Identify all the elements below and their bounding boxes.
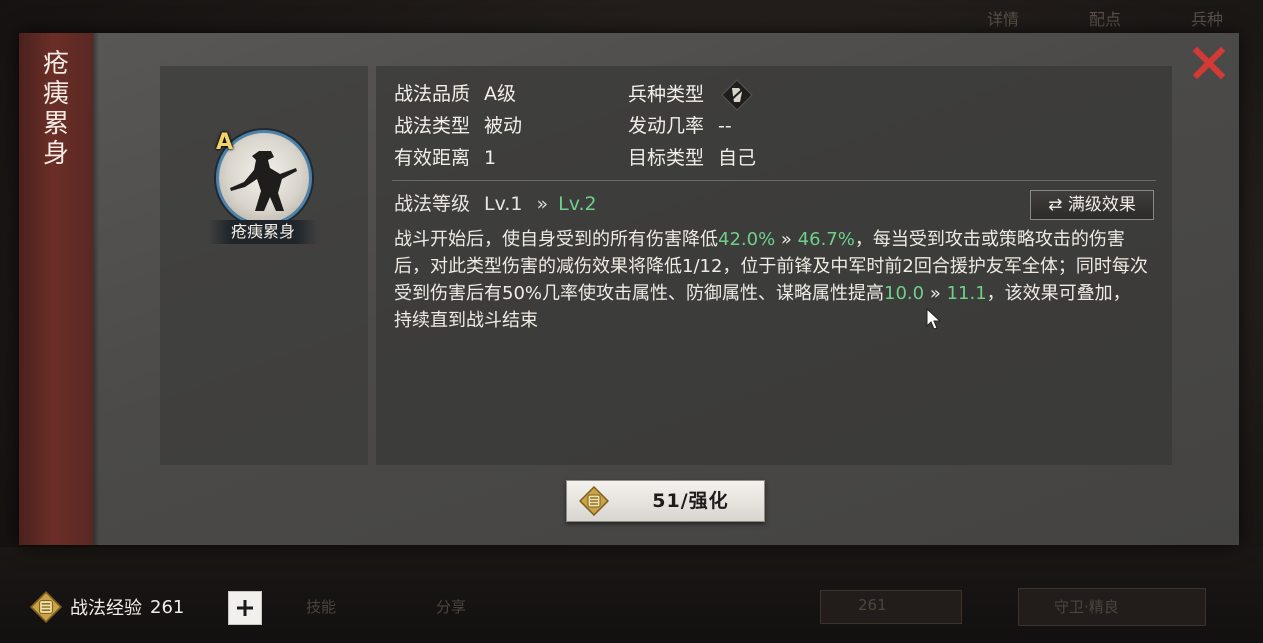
attr-value: A级 <box>484 83 517 105</box>
bg-tab: 兵种 <box>1190 10 1223 29</box>
level-arrow: » <box>536 193 549 215</box>
fist-token-icon <box>30 591 62 623</box>
attr-value: 自己 <box>718 147 757 169</box>
attr-label: 兵种类型 <box>628 83 705 106</box>
exp-label: 战法经验 <box>70 598 142 619</box>
mouse-cursor-icon <box>926 308 942 330</box>
attr-rate: 发动几率 -- <box>628 110 732 142</box>
desc-value-old: 10.0 <box>884 283 925 304</box>
bg-tab: 详情 <box>986 10 1019 29</box>
bg-value: 261 <box>858 596 887 614</box>
skill-portrait-panel: A 疮痍累身 <box>160 66 368 465</box>
desc-value-new: 11.1 <box>946 283 987 304</box>
attr-label: 战法类型 <box>394 115 471 137</box>
skill-description: 战斗开始后，使自身受到的所有伤害降低42.0% » 46.7%，每当受到攻击或策… <box>394 226 1148 334</box>
upgrade-button[interactable]: 51/强化 <box>566 480 765 522</box>
attr-value: -- <box>718 115 732 137</box>
attr-label: 战法品质 <box>394 83 471 105</box>
max-level-effect-button[interactable]: ⇄ 满级效果 <box>1030 190 1154 220</box>
divider <box>392 180 1156 181</box>
skill-exp-display: 战法经验 261 <box>30 590 184 624</box>
skill-name-plate: 疮痍累身 <box>208 220 318 244</box>
attr-quality: 战法品质 A级 <box>394 78 516 110</box>
bg-value-box <box>820 590 962 624</box>
close-button[interactable] <box>1189 43 1229 83</box>
grade-badge: A <box>216 130 234 155</box>
bg-share-label: 分享 <box>436 598 467 616</box>
max-level-label: 满级效果 <box>1067 195 1136 215</box>
attr-label: 目标类型 <box>628 147 705 169</box>
level-row: 战法等级 Lv.1 » Lv.2 <box>394 188 597 220</box>
desc-arrow: » <box>929 283 941 304</box>
level-label: 战法等级 <box>394 193 471 215</box>
level-next: Lv.2 <box>558 193 597 215</box>
desc-text: 战斗开始后，使自身受到的所有伤害降低 <box>394 229 718 250</box>
close-x-icon <box>1192 46 1226 80</box>
attr-label: 有效距离 <box>394 147 471 169</box>
bg-skill-label: 技能 <box>306 598 337 616</box>
side-title: 疮痍累身 <box>42 49 69 169</box>
skill-detail-dialog: 疮痍累身 A 疮痍累身 战法品质 A级 兵种类型 战法类型 被动 发动几率 --… <box>19 33 1239 545</box>
attr-target: 目标类型 自己 <box>628 142 756 174</box>
upgrade-label: 51/强化 <box>652 490 729 512</box>
attr-value: 被动 <box>484 115 523 137</box>
swap-arrows-icon: ⇄ <box>1048 195 1063 215</box>
add-exp-button[interactable] <box>228 591 262 625</box>
troop-type-icon <box>721 79 753 111</box>
attr-range: 有效距离 1 <box>394 142 496 174</box>
attr-label: 发动几率 <box>628 115 705 137</box>
desc-arrow: » <box>780 229 792 250</box>
desc-value-old: 42.0% <box>718 229 776 250</box>
bg-button-label: 守卫·精良 <box>1054 598 1119 616</box>
plus-icon <box>237 600 253 616</box>
fist-token-icon <box>579 486 609 516</box>
attr-value: 1 <box>484 147 497 169</box>
side-banner: 疮痍累身 <box>19 33 99 545</box>
background-tabs: 详情 配点 兵种 <box>987 6 1223 30</box>
bg-tab: 配点 <box>1088 10 1121 29</box>
attr-troop: 兵种类型 <box>628 78 754 112</box>
desc-value-new: 46.7% <box>797 229 855 250</box>
skill-info-panel: 战法品质 A级 兵种类型 战法类型 被动 发动几率 -- 有效距离 1 目标类型 自己 <box>376 66 1172 465</box>
exp-value: 261 <box>150 596 185 618</box>
attr-type: 战法类型 被动 <box>394 110 522 142</box>
level-current: Lv.1 <box>484 193 523 215</box>
